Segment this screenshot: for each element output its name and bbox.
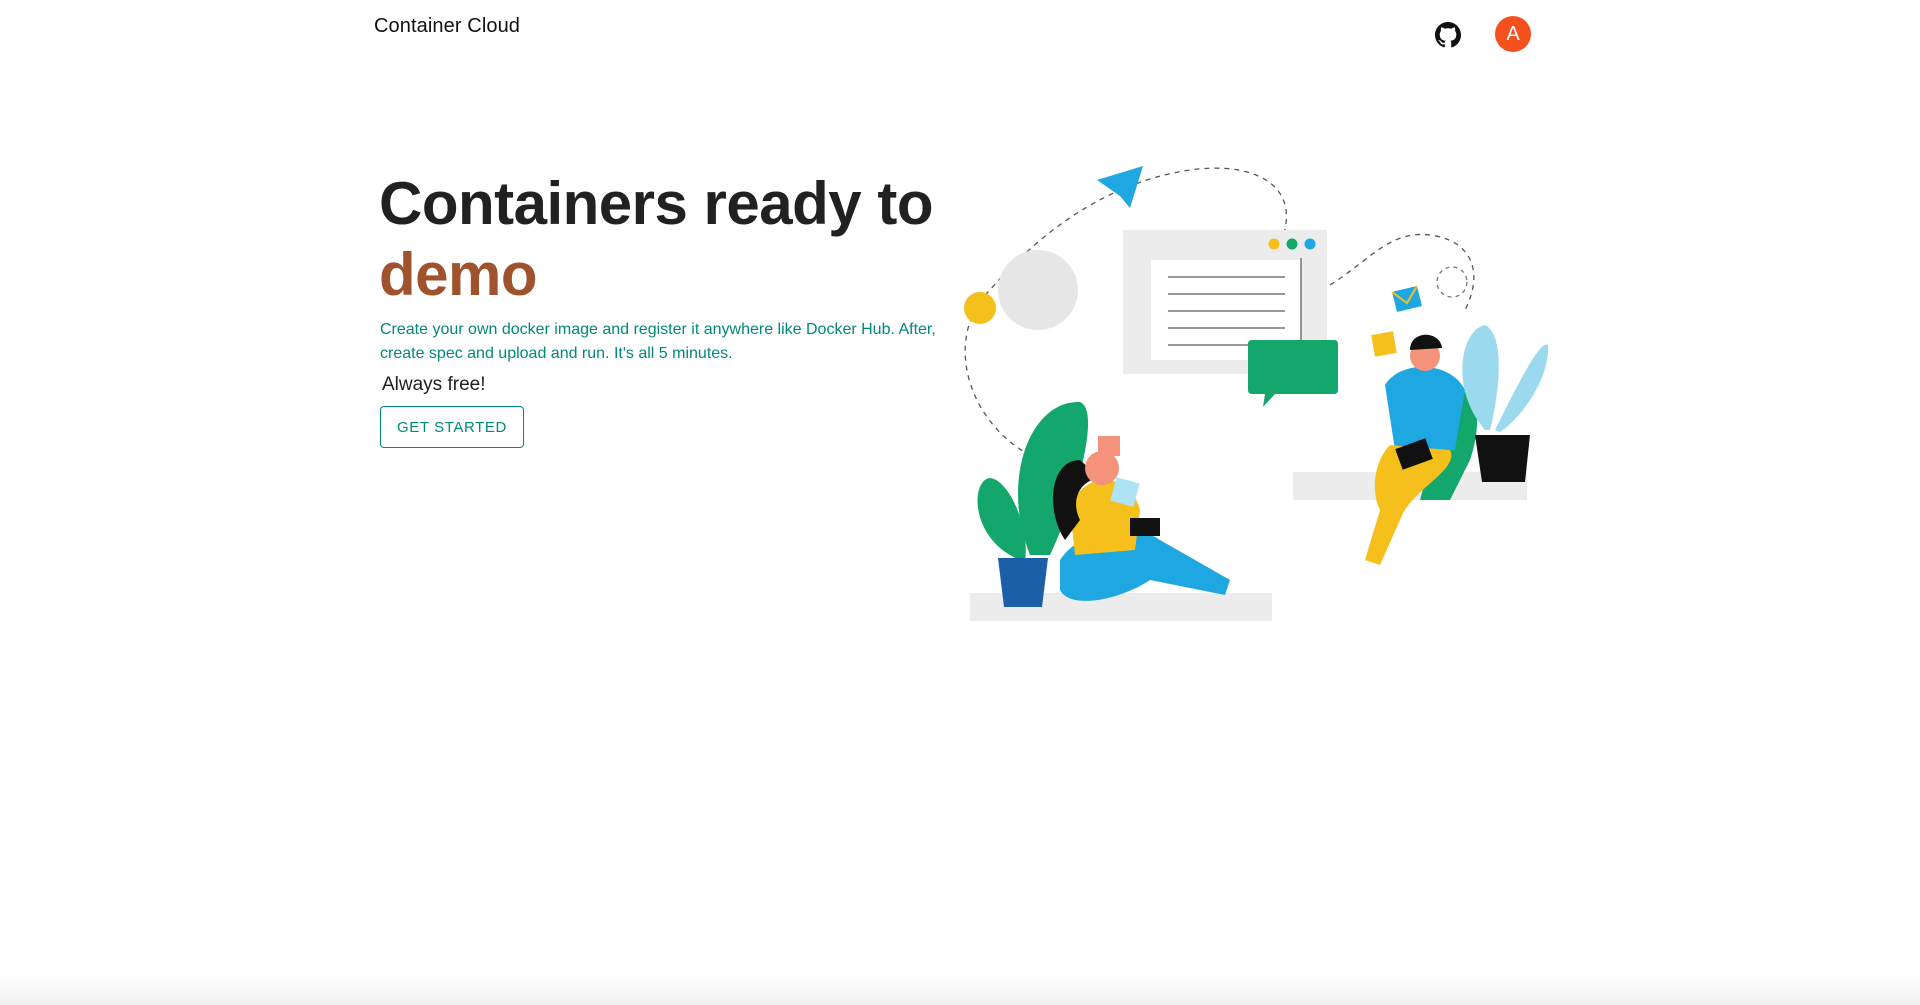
- laptop-icon: [1130, 518, 1160, 536]
- hero-description: Create your own docker image and registe…: [380, 321, 936, 362]
- page-bottom-shadow: [0, 975, 1920, 1005]
- window-dot-green-icon: [1286, 238, 1298, 250]
- sphere-icon: [998, 250, 1078, 330]
- plant-pot-icon: [998, 558, 1048, 607]
- man-hair: [1410, 334, 1442, 350]
- dashed-circle-icon: [1436, 266, 1468, 298]
- note-icon: [1371, 331, 1397, 357]
- woman-head: [1085, 451, 1119, 485]
- paper-plane-icon: [1097, 166, 1143, 208]
- hero-tagline: Always free!: [382, 374, 486, 395]
- plant-pot-icon: [1475, 435, 1530, 482]
- envelope-icon: [1392, 286, 1422, 312]
- yellow-dot-icon: [964, 292, 996, 324]
- hero-title-line: Containers ready to: [379, 170, 933, 237]
- get-started-button[interactable]: GET STARTED: [380, 406, 524, 448]
- hero-illustration: [964, 166, 1549, 621]
- man-body: [1385, 366, 1465, 450]
- user-avatar[interactable]: A: [1495, 16, 1531, 52]
- github-link[interactable]: [1431, 18, 1465, 52]
- plant-leaf-icon: [1495, 344, 1549, 432]
- window-dot-blue-icon: [1304, 238, 1316, 250]
- heart-note-icon: [1098, 436, 1120, 456]
- brand-title[interactable]: Container Cloud: [374, 15, 520, 38]
- window-dot-yellow-icon: [1268, 238, 1280, 250]
- hero-title-accent: demo: [379, 241, 538, 308]
- chat-bubble-icon: [1248, 340, 1338, 407]
- landing-page: Container Cloud A Containers ready to de…: [0, 0, 1920, 1005]
- hero-title: Containers ready to demo: [379, 168, 933, 310]
- top-bar: Container Cloud A: [374, 0, 1534, 70]
- github-icon: [1435, 22, 1461, 48]
